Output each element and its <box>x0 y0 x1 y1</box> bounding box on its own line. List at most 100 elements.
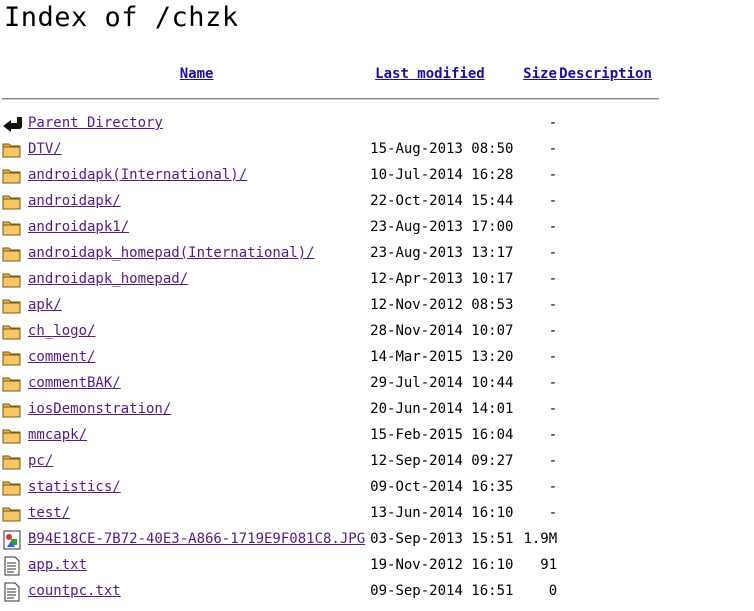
folder-icon <box>2 166 22 184</box>
table-row: B94E18CE-7B72-40E3-A866-1719E9F081C8.JPG… <box>2 526 659 552</box>
row-icon-cell <box>2 552 28 578</box>
back-icon <box>2 114 22 132</box>
file-link[interactable]: test/ <box>28 505 70 521</box>
folder-icon <box>2 374 22 392</box>
row-description <box>559 188 659 214</box>
row-description <box>559 552 659 578</box>
header-row: Name Last modified Size Description <box>2 62 659 86</box>
row-modified: 09-Oct-2014 16:35 <box>370 479 514 495</box>
row-icon-cell <box>2 500 28 526</box>
row-icon-cell <box>2 266 28 292</box>
row-description <box>559 422 659 448</box>
header-divider <box>2 98 660 100</box>
file-link[interactable]: ch_logo/ <box>28 323 95 339</box>
file-link[interactable]: androidapk(International)/ <box>28 167 247 183</box>
sort-by-size-link[interactable]: Size <box>523 66 557 82</box>
file-link[interactable]: pc/ <box>28 453 53 469</box>
file-link[interactable]: comment/ <box>28 349 95 365</box>
table-row: androidapk_homepad(International)/ 23-Aug… <box>2 240 659 266</box>
row-icon-cell <box>2 370 28 396</box>
row-icon-cell <box>2 474 28 500</box>
row-name-cell: ch_logo/ <box>28 318 365 344</box>
row-name-cell: iosDemonstration/ <box>28 396 365 422</box>
row-size: 91 <box>540 557 558 573</box>
row-size: - <box>548 219 558 235</box>
row-size: - <box>548 245 558 261</box>
file-link[interactable]: app.txt <box>28 557 87 573</box>
row-icon-cell <box>2 422 28 448</box>
row-icon-cell <box>2 240 28 266</box>
row-modified: 03-Sep-2013 15:51 <box>370 531 514 547</box>
file-link[interactable]: apk/ <box>28 297 62 313</box>
row-size: - <box>548 193 558 209</box>
row-description <box>559 136 659 162</box>
row-name-cell: DTV/ <box>28 136 365 162</box>
table-row: androidapk1/23-Aug-2013 17:00 - <box>2 214 659 240</box>
row-name-cell: androidapk(International)/ <box>28 162 365 188</box>
table-row: statistics/09-Oct-2014 16:35 - <box>2 474 659 500</box>
row-icon-cell <box>2 578 28 604</box>
sort-by-name-link[interactable]: Name <box>180 66 214 82</box>
row-modified: 15-Feb-2015 16:04 <box>370 427 514 443</box>
row-size: - <box>548 479 558 495</box>
table-row: androidapk/22-Oct-2014 15:44 - <box>2 188 659 214</box>
row-modified: 13-Jun-2014 16:10 <box>370 505 514 521</box>
row-description <box>559 474 659 500</box>
sort-by-description-link[interactable]: Description <box>559 66 652 82</box>
table-row: apk/12-Nov-2012 08:53 - <box>2 292 659 318</box>
file-link[interactable]: androidapk_homepad/ <box>28 271 188 287</box>
file-link[interactable]: androidapk1/ <box>28 219 129 235</box>
file-link[interactable]: androidapk/ <box>28 193 121 209</box>
row-description <box>559 526 659 552</box>
row-size: - <box>548 505 558 521</box>
row-modified: 09-Sep-2014 16:51 <box>370 583 514 599</box>
folder-icon <box>2 270 22 288</box>
row-icon-cell <box>2 188 28 214</box>
header-size: Size <box>519 62 559 86</box>
file-link[interactable]: iosDemonstration/ <box>28 401 171 417</box>
row-name-cell: androidapk_homepad(International)/ <box>28 240 365 266</box>
image-icon <box>2 530 22 550</box>
table-row: androidapk(International)/ 10-Jul-2014 16… <box>2 162 659 188</box>
file-link[interactable]: commentBAK/ <box>28 375 121 391</box>
folder-icon <box>2 322 22 340</box>
row-description <box>559 578 659 604</box>
parent-directory-link[interactable]: Parent Directory <box>28 115 163 131</box>
file-link[interactable]: countpc.txt <box>28 583 121 599</box>
folder-icon <box>2 140 22 158</box>
row-size: - <box>548 141 558 157</box>
file-link[interactable]: statistics/ <box>28 479 121 495</box>
row-name-cell: test/ <box>28 500 365 526</box>
sort-by-last-modified-link[interactable]: Last modified <box>375 66 485 82</box>
table-row: Parent Directory - <box>2 110 659 136</box>
file-link[interactable]: B94E18CE-7B72-40E3-A866-1719E9F081C8.JPG <box>28 531 365 547</box>
folder-icon <box>2 296 22 314</box>
row-modified: 10-Jul-2014 16:28 <box>370 167 514 183</box>
row-description <box>559 240 659 266</box>
header-last-modified: Last modified <box>365 62 519 86</box>
row-modified: 22-Oct-2014 15:44 <box>370 193 514 209</box>
header-description: Description <box>559 62 659 86</box>
row-modified <box>365 110 519 136</box>
table-row: pc/12-Sep-2014 09:27 - <box>2 448 659 474</box>
row-size: - <box>548 323 558 339</box>
directory-listing: Name Last modified Size Description Pare… <box>2 62 660 604</box>
row-icon-cell <box>2 214 28 240</box>
row-name-cell: countpc.txt <box>28 578 365 604</box>
folder-icon <box>2 192 22 210</box>
row-size: - <box>548 297 558 313</box>
row-size: 0 <box>548 583 558 599</box>
row-modified: 12-Nov-2012 08:53 <box>370 297 514 313</box>
row-description <box>559 214 659 240</box>
folder-icon <box>2 478 22 496</box>
file-link[interactable]: DTV/ <box>28 141 62 157</box>
row-size: - <box>548 375 558 391</box>
row-icon-cell <box>2 344 28 370</box>
row-description <box>559 396 659 422</box>
file-link[interactable]: androidapk_homepad(International)/ <box>28 245 315 261</box>
file-link[interactable]: mmcapk/ <box>28 427 87 443</box>
row-size: - <box>548 453 558 469</box>
row-description <box>559 162 659 188</box>
row-size: - <box>548 271 558 287</box>
row-modified: 29-Jul-2014 10:44 <box>370 375 514 391</box>
